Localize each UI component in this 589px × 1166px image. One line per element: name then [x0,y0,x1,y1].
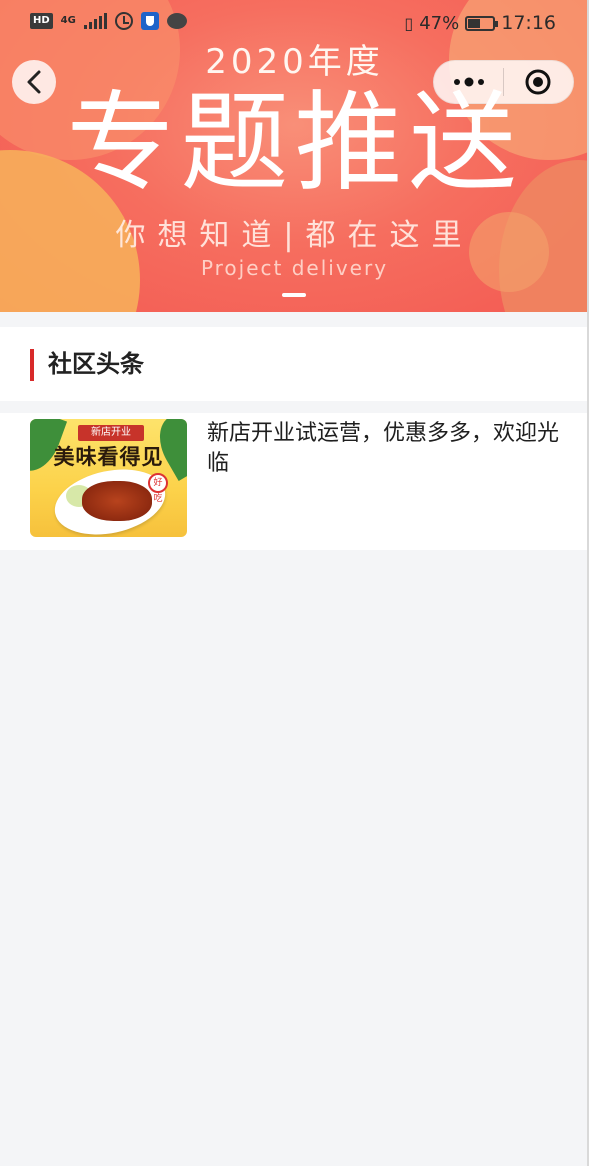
section-title: 社区头条 [48,350,144,378]
screen: HD 4G ▯ 47% 17:16 2020年度 专题推送 你想知道|都在这里 … [0,0,589,1166]
status-left: HD 4G [30,12,187,30]
hd-icon: HD [30,13,53,29]
banner-title: 专题推送 [66,81,523,206]
alarm-icon [114,12,133,30]
news-item[interactable]: 新店开业 美味看得见 好吃 新店开业试运营，优惠多多，欢迎光临 [0,413,589,550]
section-accent-bar [30,349,34,381]
carousel-indicator[interactable] [282,293,306,297]
signal-icon [83,13,107,29]
food-image [82,481,152,521]
banner-year: 2020年度 [205,42,384,82]
battery-icon [465,15,499,31]
clock: 17:16 [501,12,556,34]
battery-percent: 47% [419,12,460,34]
banner-subtitle: 你想知道|都在这里 [115,218,474,253]
thumb-ribbon: 新店开业 [78,425,144,441]
news-title: 新店开业试运营，优惠多多，欢迎光临 [207,421,560,476]
thumb-title: 美味看得见 [53,445,164,469]
news-thumbnail: 新店开业 美味看得见 好吃 [30,419,187,537]
network-type: 4G [60,15,76,26]
status-right: ▯ 47% 17:16 [404,12,556,34]
section-header: 社区头条 [0,327,589,401]
security-shield-icon [140,12,159,30]
vibrate-icon: ▯ [404,13,414,33]
message-icon [166,13,187,29]
banner-english: Project delivery [200,256,389,280]
topic-banner[interactable]: HD 4G ▯ 47% 17:16 2020年度 专题推送 你想知道|都在这里 … [0,0,589,312]
thumb-tag: 好吃 [148,473,168,504]
